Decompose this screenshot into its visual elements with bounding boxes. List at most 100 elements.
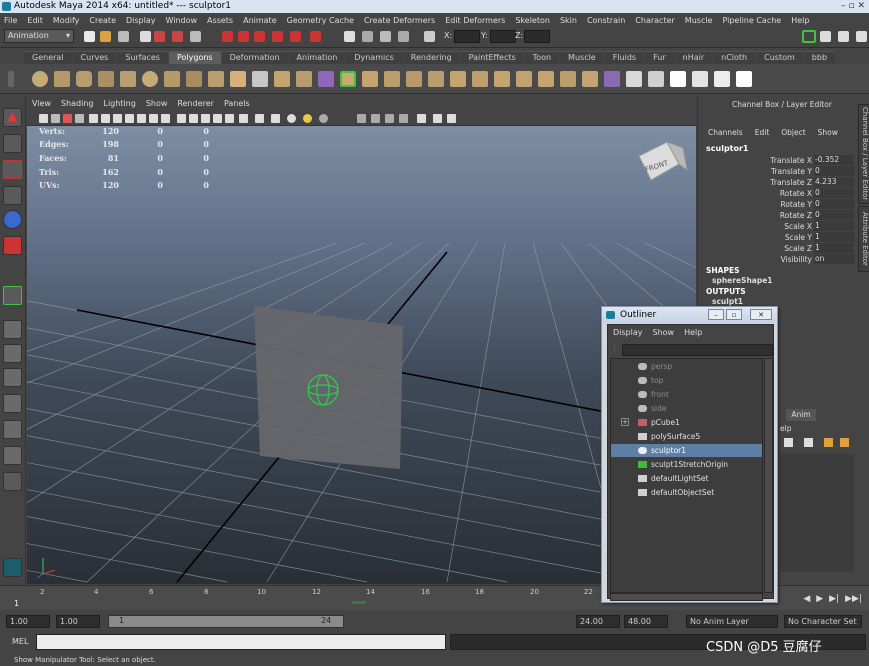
poly-torus-icon[interactable] [142, 71, 158, 87]
z-coord-field[interactable] [524, 30, 550, 43]
smooth-icon[interactable] [318, 71, 334, 87]
select-hierarchy-icon[interactable] [140, 31, 151, 42]
channelbox-menu-edit[interactable]: Edit [755, 128, 770, 137]
attribute-editor-toggle-icon[interactable] [820, 31, 831, 42]
menu-file[interactable]: File [0, 16, 23, 25]
shelf-tab-muscle[interactable]: Muscle [560, 51, 604, 64]
snap-point-icon[interactable] [254, 31, 265, 42]
lasso-tool-icon[interactable] [3, 134, 22, 153]
bridge-icon[interactable] [384, 71, 400, 87]
motion-blur-icon[interactable] [303, 114, 312, 123]
shelf-tab-dynamics[interactable]: Dynamics [346, 51, 402, 64]
attr-scale-z-value[interactable]: 1 [814, 243, 854, 253]
four-view-layout-icon[interactable] [3, 344, 22, 363]
menu-animate[interactable]: Animate [239, 16, 283, 25]
append-polygon-icon[interactable] [406, 71, 422, 87]
layer-options-2-icon[interactable] [840, 438, 849, 447]
move-tool-icon[interactable] [3, 186, 22, 205]
menu-skeleton[interactable]: Skeleton [511, 16, 556, 25]
expand-icon[interactable]: + [621, 418, 629, 426]
viewport-menu-lighting[interactable]: Lighting [98, 99, 140, 111]
poly-plane-icon[interactable] [120, 71, 136, 87]
channel-box-toggle-icon[interactable] [802, 30, 816, 43]
poly-prism-icon[interactable] [164, 71, 180, 87]
insert-edge-loop-icon[interactable] [450, 71, 466, 87]
viewport-menu-view[interactable]: View [27, 99, 56, 111]
screen-space-ao-icon[interactable] [287, 114, 296, 123]
poly-sphere-icon[interactable] [32, 71, 48, 87]
rotate-tool-icon[interactable] [3, 210, 22, 229]
x-coord-field[interactable] [454, 30, 480, 43]
perspective-viewport[interactable]: FRONT Verts: Edges: Faces: Tris: UVs: 12… [27, 126, 696, 584]
depth-of-field-icon[interactable] [335, 114, 344, 123]
soften-edge-icon[interactable] [714, 71, 730, 87]
outliner-item-front[interactable]: front [611, 388, 762, 401]
safe-title-icon[interactable] [161, 114, 170, 123]
select-object-icon[interactable] [154, 31, 165, 42]
field-chart-icon[interactable] [137, 114, 146, 123]
open-scene-icon[interactable] [100, 31, 111, 42]
exposure-icon[interactable] [399, 114, 408, 123]
shelf-tab-toon[interactable]: Toon [524, 51, 560, 64]
safe-action-icon[interactable] [149, 114, 158, 123]
menu-skin[interactable]: Skin [556, 16, 583, 25]
attr-translate-z-value[interactable]: 4.233 [814, 177, 854, 187]
transform-input-icon[interactable] [424, 31, 435, 42]
poly-pipe-icon[interactable] [208, 71, 224, 87]
outliner-menu-show[interactable]: Show [648, 328, 680, 340]
paint-select-tool-icon[interactable] [3, 160, 22, 179]
history-icon[interactable] [310, 31, 321, 42]
attr-rotate-z-value[interactable]: 0 [814, 210, 854, 220]
outliner-item-sculptor1[interactable]: sculptor1 [611, 444, 762, 457]
bevel-icon[interactable] [516, 71, 532, 87]
layer-options-icon[interactable] [824, 438, 833, 447]
attr-rotate-x-value[interactable]: 0 [814, 188, 854, 198]
persp-outliner-layout-icon[interactable] [3, 368, 22, 387]
menu-edit-deformers[interactable]: Edit Deformers [441, 16, 511, 25]
select-component-icon[interactable] [172, 31, 183, 42]
isolate-select-icon[interactable] [239, 114, 248, 123]
uv-texture-editor-icon[interactable] [648, 71, 664, 87]
menu-create-deformers[interactable]: Create Deformers [360, 16, 441, 25]
playback-start-field[interactable]: 1.00 [56, 615, 100, 628]
offset-edge-loop-icon[interactable] [472, 71, 488, 87]
single-perspective-layout-icon[interactable] [3, 320, 22, 339]
snap-curve-icon[interactable] [238, 31, 249, 42]
mel-label[interactable]: MEL [12, 637, 28, 646]
wedge-face-icon[interactable] [560, 71, 576, 87]
outliner-filter-field[interactable] [622, 344, 773, 356]
frame-all-icon[interactable] [433, 114, 442, 123]
frame-selected-icon[interactable] [447, 114, 456, 123]
character-set-dropdown[interactable]: No Character Set [784, 615, 862, 628]
attr-rotate-y-value[interactable]: 0 [814, 199, 854, 209]
poly-pyramid-icon[interactable] [186, 71, 202, 87]
duplicate-face-icon[interactable] [582, 71, 598, 87]
attr-scale-x-value[interactable]: 1 [814, 221, 854, 231]
close-button[interactable]: ✕ [750, 309, 772, 320]
toolbox-more-icon[interactable] [3, 472, 22, 491]
attr-visibility-value[interactable]: on [814, 254, 854, 264]
shadows-icon[interactable] [271, 114, 280, 123]
shelf-tab-deformation[interactable]: Deformation [221, 51, 288, 64]
shelf-tab-animation[interactable]: Animation [288, 51, 346, 64]
outliner-item-defaultobjectset[interactable]: defaultObjectSet [611, 486, 762, 499]
minimize-button[interactable]: – [708, 309, 724, 320]
menu-modify[interactable]: Modify [49, 16, 86, 25]
wireframe-on-shaded-icon[interactable] [201, 114, 210, 123]
hypershade-icon[interactable] [398, 31, 409, 42]
camera-attributes-icon[interactable] [51, 114, 60, 123]
outliner-list[interactable]: persp top front side + pCube1 polySurfac… [610, 358, 763, 593]
output-node[interactable]: sculpt1 [712, 297, 743, 306]
selection-highlight-icon[interactable] [417, 114, 426, 123]
poly-helix-icon[interactable] [230, 71, 246, 87]
outliner-item-polysurface5[interactable]: polySurface5 [611, 430, 762, 443]
ipr-render-icon[interactable] [362, 31, 373, 42]
persp-graph-layout-icon[interactable] [3, 394, 22, 413]
film-gate-icon[interactable] [101, 114, 110, 123]
menu-geometry-cache[interactable]: Geometry Cache [283, 16, 360, 25]
new-layer-selected-icon[interactable] [804, 438, 813, 447]
layer-editor-toggle-icon[interactable] [856, 31, 867, 42]
shelf-tab-custom[interactable]: Custom [756, 51, 803, 64]
outliner-item-side[interactable]: side [611, 402, 762, 415]
select-tool-icon[interactable]: ▲ [3, 108, 22, 127]
